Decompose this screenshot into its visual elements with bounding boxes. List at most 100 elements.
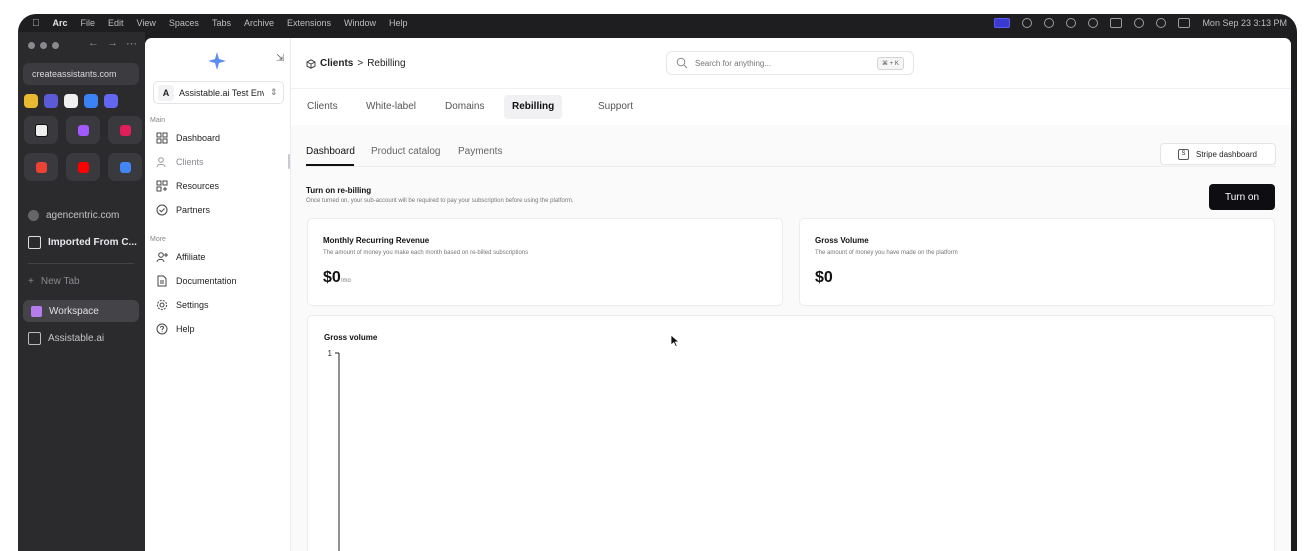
menu-extensions[interactable]: Extensions <box>287 18 331 28</box>
more-icon[interactable]: ⋯ <box>126 37 137 50</box>
rebilling-description: Once turned on, your sub-account will be… <box>306 198 574 204</box>
control-center-icon[interactable] <box>1178 18 1191 28</box>
secondary-tabs: Dashboard Product catalog Payments S Str… <box>306 140 1276 167</box>
tab-domains[interactable]: Domains <box>437 95 492 119</box>
mrr-unit: /mo <box>340 278 351 284</box>
breadcrumb-root[interactable]: Clients <box>320 58 353 69</box>
favorite-app-icon[interactable] <box>84 94 98 108</box>
menu-view[interactable]: View <box>137 18 156 28</box>
menu-spaces[interactable]: Spaces <box>169 18 199 28</box>
sidebar-item-label: Resources <box>176 181 220 191</box>
screen:  Arc File Edit View Spaces Tabs Archive… <box>0 0 1313 551</box>
new-tab-button[interactable]: + New Tab <box>28 276 80 287</box>
timer-icon[interactable] <box>1022 18 1033 28</box>
user-plus-icon <box>156 252 168 263</box>
sidebar-item-documentation[interactable]: Documentation <box>156 275 237 287</box>
sidebar-item-partners[interactable]: Partners <box>156 204 210 216</box>
moon-icon[interactable] <box>1088 18 1099 28</box>
subtab-product-catalog[interactable]: Product catalog <box>371 146 441 157</box>
stripe-dashboard-button[interactable]: S Stripe dashboard <box>1160 143 1276 165</box>
pinned-row <box>24 116 142 144</box>
menu-window[interactable]: Window <box>344 18 376 28</box>
audio-icon[interactable] <box>1044 18 1055 28</box>
youtube-icon <box>77 161 89 173</box>
menubar:  Arc File Edit View Spaces Tabs Archive… <box>18 14 1297 32</box>
screen-record-icon[interactable] <box>994 18 1011 28</box>
sidebar-item-label: Help <box>176 324 195 334</box>
tab-white-label[interactable]: White-label <box>358 95 424 119</box>
breadcrumb: Clients > Rebilling <box>306 58 406 69</box>
top-bar: Clients > Rebilling ⌘ + K <box>291 38 1291 89</box>
menu-tabs[interactable]: Tabs <box>212 18 231 28</box>
sidebar-item-resources[interactable]: Resources <box>156 180 219 192</box>
menubar-clock[interactable]: Mon Sep 23 3:13 PM <box>1202 18 1287 28</box>
menu-archive[interactable]: Archive <box>244 18 274 28</box>
y-tick-label: 1 <box>328 349 333 358</box>
cast-icon[interactable] <box>1066 18 1077 28</box>
chevron-up-down-icon: ⇕ <box>270 87 278 97</box>
help-icon <box>156 323 168 335</box>
breadcrumb-separator: > <box>357 58 364 69</box>
sidebar-item-help[interactable]: Help <box>156 323 195 335</box>
users-icon <box>156 157 166 168</box>
pinned-tab[interactable] <box>66 153 100 181</box>
apple-icon[interactable]:  <box>32 18 40 29</box>
favorite-app-icon[interactable] <box>64 94 78 108</box>
grid-plus-icon <box>156 180 168 192</box>
pinned-tab[interactable] <box>66 116 100 144</box>
sidebar-item-label: Settings <box>176 300 209 310</box>
close-window-icon[interactable] <box>28 42 35 49</box>
pinned-tab[interactable] <box>108 153 142 181</box>
battery-icon[interactable] <box>1110 18 1123 28</box>
tab-rebilling[interactable]: Rebilling <box>504 95 563 119</box>
sparkle-logo-icon[interactable] <box>208 52 226 70</box>
pinned-row <box>24 153 142 181</box>
favorite-app-icon[interactable] <box>104 94 118 108</box>
subtab-payments[interactable]: Payments <box>458 146 502 157</box>
pinned-tab[interactable] <box>24 116 58 144</box>
arc-tab-workspace[interactable]: Workspace <box>23 300 139 322</box>
tab-support[interactable]: Support <box>590 95 641 119</box>
menu-help[interactable]: Help <box>389 18 408 28</box>
sidebar-item-dashboard[interactable]: Dashboard <box>156 132 220 144</box>
document-icon <box>157 275 167 287</box>
gross-volume-card: Gross Volume The amount of money you hav… <box>799 218 1275 306</box>
search-input[interactable] <box>693 57 867 69</box>
pinned-tab[interactable] <box>108 116 142 144</box>
zoom-window-icon[interactable] <box>52 42 59 49</box>
workspace-switcher[interactable]: A Assistable.ai Test Env ⇕ <box>153 81 284 104</box>
spotlight-icon[interactable] <box>1156 18 1167 28</box>
plus-icon: + <box>28 276 34 287</box>
arc-tab-assistable[interactable]: Assistable.ai <box>28 332 104 345</box>
turn-on-button[interactable]: Turn on <box>1209 184 1275 210</box>
favorite-app-icon[interactable] <box>24 94 38 108</box>
menu-file[interactable]: File <box>81 18 96 28</box>
minimize-window-icon[interactable] <box>40 42 47 49</box>
search-bar[interactable]: ⌘ + K <box>666 51 914 75</box>
arc-divider <box>28 263 134 264</box>
back-arrow-icon[interactable]: ← <box>88 37 99 50</box>
menu-app-name[interactable]: Arc <box>53 18 68 28</box>
pinned-tab[interactable] <box>24 153 58 181</box>
url-bar[interactable]: createassistants.com <box>23 63 139 85</box>
collapse-sidebar-icon[interactable]: ⇲ <box>276 53 284 64</box>
menu-edit[interactable]: Edit <box>108 18 124 28</box>
sidebar-item-settings[interactable]: Settings <box>156 299 209 311</box>
notion-icon <box>34 123 48 137</box>
arc-tab-agencentric[interactable]: agencentric.com <box>28 210 119 221</box>
slack-icon <box>119 124 131 136</box>
mrr-value: $0/mo <box>323 269 351 287</box>
arc-folder-imported[interactable]: Imported From C... <box>28 236 137 249</box>
gear-icon <box>156 299 168 311</box>
sidebar-item-clients[interactable]: Clients <box>156 156 204 168</box>
sidebar-item-label: Dashboard <box>176 133 221 143</box>
wifi-icon[interactable] <box>1134 18 1145 28</box>
forward-arrow-icon[interactable]: → <box>107 37 118 50</box>
arc-tab-label: agencentric.com <box>46 210 120 221</box>
tab-clients[interactable]: Clients <box>299 95 346 119</box>
active-subtab-underline <box>306 164 354 166</box>
favorite-app-icon[interactable] <box>44 94 58 108</box>
subtab-dashboard[interactable]: Dashboard <box>306 146 355 157</box>
sidebar-item-affiliate[interactable]: Affiliate <box>156 251 205 263</box>
mrr-description: The amount of money you make each month … <box>323 250 529 256</box>
